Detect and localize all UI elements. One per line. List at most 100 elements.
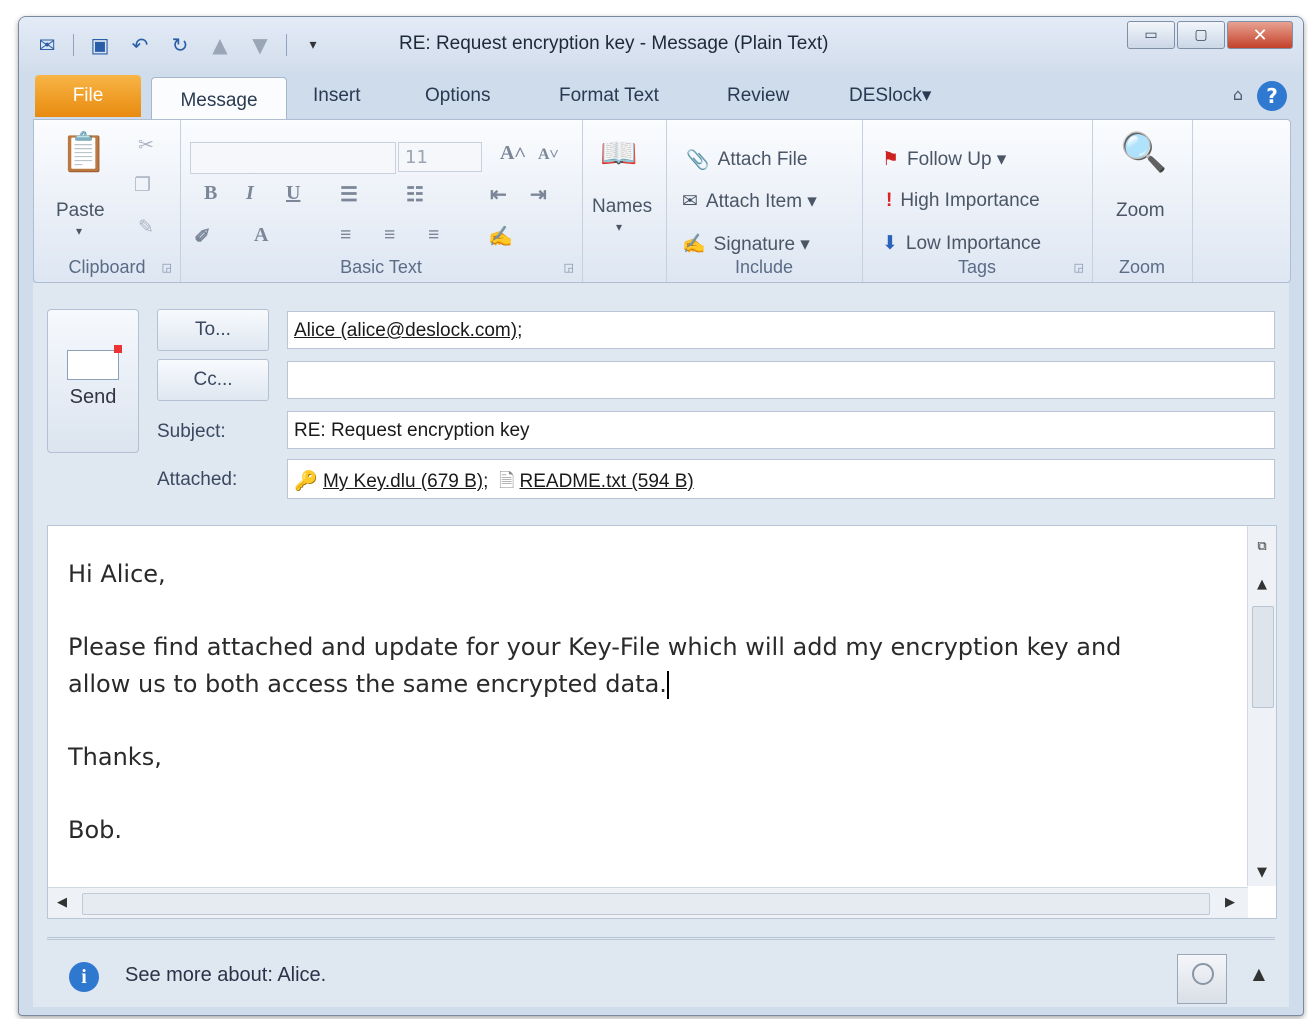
magnifier-icon[interactable]: 🔍 xyxy=(1120,130,1167,175)
send-button[interactable]: Send xyxy=(47,309,139,453)
attachments-field[interactable]: 🔑 My Key.dlu (679 B); 🗎 README.txt (594 … xyxy=(287,459,1275,499)
scroll-left-icon[interactable]: ◀ xyxy=(48,888,76,918)
highlight-icon[interactable]: ✐ xyxy=(194,224,211,249)
bold-button[interactable]: B xyxy=(204,182,217,205)
tab-insert[interactable]: Insert xyxy=(313,73,361,119)
body-line-2: allow us to both access the same encrypt… xyxy=(68,670,667,698)
zoom-button[interactable]: Zoom xyxy=(1116,200,1165,222)
align-center-icon[interactable]: ≡ xyxy=(384,224,395,247)
attach-file-button[interactable]: 📎 Attach File xyxy=(686,148,807,172)
paste-dropdown-icon[interactable]: ▾ xyxy=(76,224,82,238)
copy-icon[interactable]: ❐ xyxy=(134,174,151,197)
save-icon[interactable]: ▣ xyxy=(86,31,114,59)
high-importance-button[interactable]: ! High Importance xyxy=(886,190,1040,212)
paperclip-icon: 📎 xyxy=(686,150,710,171)
horizontal-scrollbar[interactable]: ◀ ▶ xyxy=(48,887,1248,918)
group-label-basic-text: Basic Text xyxy=(340,257,422,277)
toolbar-separator xyxy=(73,34,74,56)
outlook-icon[interactable]: ✉ xyxy=(33,31,61,59)
group-label-clipboard: Clipboard xyxy=(68,257,146,277)
tab-options[interactable]: Options xyxy=(425,73,490,119)
paste-button[interactable]: Paste xyxy=(56,200,105,222)
cut-icon[interactable]: ✂ xyxy=(138,134,154,157)
split-icon[interactable]: ⧉ xyxy=(1248,534,1276,560)
tab-format-text[interactable]: Format Text xyxy=(559,73,659,119)
increase-indent-icon[interactable]: ⇥ xyxy=(530,182,547,207)
decrease-indent-icon[interactable]: ⇤ xyxy=(490,182,507,207)
low-importance-button[interactable]: ⬇ Low Importance xyxy=(882,232,1041,255)
scroll-right-icon[interactable]: ▶ xyxy=(1216,888,1244,918)
message-body[interactable]: Hi Alice, Please find attached and updat… xyxy=(47,525,1277,919)
attach-item-button[interactable]: ✉ Attach Item ▾ xyxy=(682,190,817,213)
font-name-select[interactable] xyxy=(190,142,396,174)
signature-button[interactable]: ✍ Signature ▾ xyxy=(682,232,810,256)
flag-icon: ⚑ xyxy=(882,149,900,170)
format-painter-icon[interactable]: ✎ xyxy=(138,216,154,239)
customize-icon[interactable]: ▾ xyxy=(299,31,327,59)
font-color-icon[interactable]: A xyxy=(254,224,268,247)
align-left-icon[interactable]: ≡ xyxy=(340,224,351,247)
bullets-icon[interactable]: ☰ xyxy=(340,182,358,207)
down-icon[interactable]: ▼ xyxy=(246,31,274,59)
scroll-up-icon[interactable]: ▲ xyxy=(1248,572,1276,598)
names-dropdown-icon[interactable]: ▾ xyxy=(616,220,622,234)
exclamation-icon: ! xyxy=(886,190,893,211)
subject-field[interactable]: RE: Request encryption key xyxy=(287,411,1275,449)
tab-review[interactable]: Review xyxy=(727,73,789,119)
attached-label: Attached: xyxy=(157,469,238,490)
tab-deslock[interactable]: DESlock▾ xyxy=(849,73,931,119)
maximize-button[interactable]: ▢ xyxy=(1177,21,1225,49)
vertical-scroll-thumb[interactable] xyxy=(1252,606,1274,708)
help-icon[interactable]: ? xyxy=(1257,81,1287,111)
high-importance-label: High Importance xyxy=(900,190,1040,211)
vertical-scrollbar[interactable]: ⧉ ▲ ▼ xyxy=(1247,526,1276,886)
shrink-font-icon[interactable]: A˅ xyxy=(538,146,559,164)
low-importance-label: Low Importance xyxy=(905,232,1042,254)
to-field[interactable]: Alice (alice@deslock.com); xyxy=(287,311,1275,349)
horizontal-scroll-thumb[interactable] xyxy=(82,893,1210,915)
text-file-icon: 🗎 xyxy=(498,471,515,492)
follow-up-button[interactable]: ⚑ Follow Up ▾ xyxy=(882,148,1006,171)
attachment-readme[interactable]: README.txt (594 B) xyxy=(520,471,694,492)
send-envelope-icon xyxy=(67,345,122,380)
spelling-icon[interactable]: ✍ xyxy=(488,224,513,249)
tab-message[interactable]: Message xyxy=(151,77,287,122)
body-line-1: Please find attached and update for your… xyxy=(68,633,1122,661)
greeting-line: Hi Alice, xyxy=(68,560,166,588)
dialog-launcher-icon[interactable]: ◲ xyxy=(1074,261,1084,274)
italic-button[interactable]: I xyxy=(246,182,254,205)
up-icon[interactable]: ▲ xyxy=(206,31,234,59)
names-button[interactable]: Names xyxy=(592,196,652,218)
minimize-button[interactable]: ▭ xyxy=(1127,21,1175,49)
subject-label: Subject: xyxy=(157,421,226,442)
signature-line: Bob. xyxy=(68,816,123,844)
quick-access-toolbar: ✉ ▣ ↶ ↻ ▲ ▼ ▾ xyxy=(33,31,327,59)
to-button[interactable]: To... xyxy=(157,309,269,351)
align-right-icon[interactable]: ≡ xyxy=(428,224,439,247)
underline-button[interactable]: U xyxy=(286,182,300,205)
message-text[interactable]: Hi Alice, Please find attached and updat… xyxy=(68,556,1121,885)
font-size-select[interactable]: 11 xyxy=(398,142,482,172)
close-button[interactable]: ✕ xyxy=(1227,21,1293,49)
ribbon: 📋 Paste ▾ ✂ ❐ ✎ Clipboard ◲ 11 A˄ A˅ B I… xyxy=(33,119,1291,283)
recipient-alice[interactable]: Alice (alice@deslock.com); xyxy=(294,320,522,341)
window-controls: ▭ ▢ ✕ xyxy=(1127,21,1293,49)
cc-button[interactable]: Cc... xyxy=(157,359,269,401)
paste-icon[interactable]: 📋 xyxy=(60,130,107,175)
numbering-icon[interactable]: ☷ xyxy=(406,182,424,207)
group-names: 📖 Names ▾ xyxy=(582,120,667,282)
undo-icon[interactable]: ↶ xyxy=(126,31,154,59)
see-more-about-text[interactable]: See more about: Alice. xyxy=(125,964,326,987)
redo-icon[interactable]: ↻ xyxy=(166,31,194,59)
tab-file[interactable]: File xyxy=(35,75,141,117)
expand-people-pane-icon[interactable]: ▲ xyxy=(1253,964,1265,983)
grow-font-icon[interactable]: A˄ xyxy=(500,142,526,165)
scroll-down-icon[interactable]: ▼ xyxy=(1248,860,1276,886)
attachment-key-file[interactable]: My Key.dlu (679 B); xyxy=(323,471,488,492)
cc-field[interactable] xyxy=(287,361,1275,399)
key-file-icon: 🔑 xyxy=(294,471,318,492)
minimize-ribbon-icon[interactable]: ⌂ xyxy=(1233,85,1243,104)
dialog-launcher-icon[interactable]: ◲ xyxy=(564,261,574,274)
address-book-icon[interactable]: 📖 xyxy=(600,136,637,171)
dialog-launcher-icon[interactable]: ◲ xyxy=(162,261,172,274)
